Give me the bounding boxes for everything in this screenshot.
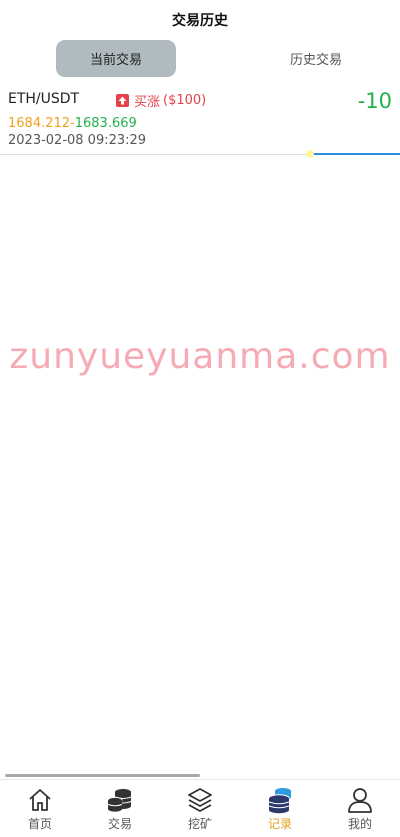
nav-item-profile[interactable]: 我的	[320, 780, 400, 837]
nav-label-profile: 我的	[347, 817, 372, 831]
direction-label: 买涨	[134, 95, 161, 110]
nav-item-trade[interactable]: 交易	[80, 780, 160, 837]
nav-item-records[interactable]: 记录	[240, 780, 320, 837]
home-icon	[26, 786, 54, 814]
nav-label-mining: 挖矿	[187, 817, 212, 831]
nav-label-records: 记录	[267, 817, 292, 831]
nav-item-mining[interactable]: 挖矿	[160, 780, 240, 837]
trade-profit: -10	[357, 89, 392, 113]
trade-time: 2023-02-08 09:23:29	[8, 133, 147, 148]
tab-history-trades[interactable]: 历史交易	[256, 40, 376, 77]
records-icon	[266, 786, 294, 814]
coins-icon	[106, 786, 134, 814]
trade-row[interactable]: ETH/USDT 买涨 ($100) -10 1684.212-1683.669…	[0, 80, 400, 158]
tab-bar: 当前交易 历史交易	[0, 40, 400, 80]
trade-progress-bar	[310, 153, 400, 155]
layers-icon	[186, 786, 214, 814]
tab-current-trades[interactable]: 当前交易	[56, 40, 176, 77]
trade-amount: ($100)	[163, 93, 207, 108]
trade-prices: 1684.212-1683.669	[8, 116, 137, 131]
nav-label-trade: 交易	[107, 817, 132, 831]
nav-item-home[interactable]: 首页	[0, 780, 80, 837]
page-title: 交易历史	[172, 13, 228, 29]
trade-direction: 买涨 ($100)	[116, 91, 206, 110]
trade-pair: ETH/USDT	[8, 91, 80, 107]
trade-progress-dot	[306, 150, 314, 158]
watermark: zunyueyuanma.com	[9, 336, 391, 377]
close-price: 1683.669	[74, 116, 137, 131]
bottom-nav: 首页 交易 挖矿 记录 我的	[0, 779, 400, 837]
nav-label-home: 首页	[27, 817, 52, 831]
arrow-up-icon	[116, 94, 129, 107]
user-icon	[346, 786, 374, 814]
scroll-indicator	[5, 774, 200, 777]
open-price: 1684.212	[8, 116, 71, 131]
header: 交易历史	[0, 0, 400, 40]
